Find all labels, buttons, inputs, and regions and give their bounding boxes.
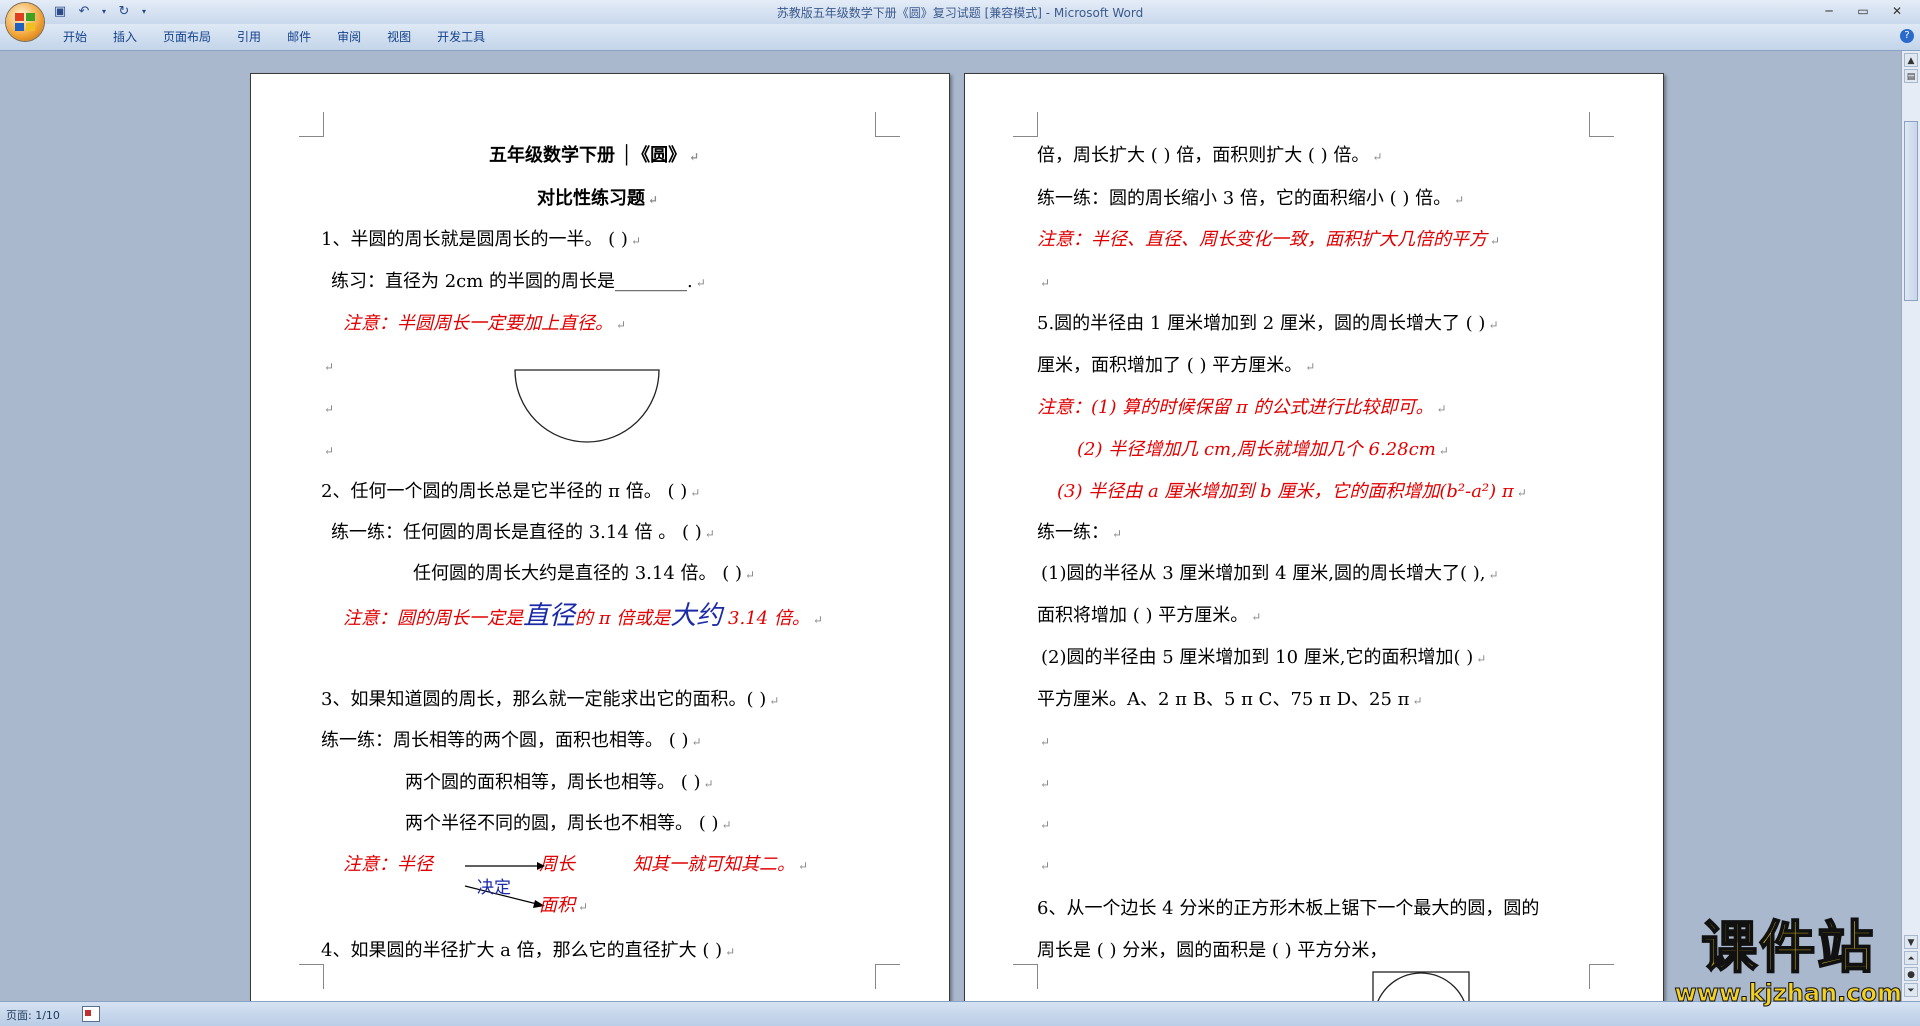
crop-mark [1589, 964, 1614, 989]
para-mark: ↵ [1040, 859, 1051, 873]
semicircle-figure [514, 369, 660, 443]
para-mark: ↵ [1040, 276, 1051, 290]
question-6-a: 6、从一个边长 4 分米的正方形木板上锯下一个最大的圆，圆的 [1037, 898, 1540, 919]
question-3: 3、如果知道圆的周长，那么就一定能求出它的面积。( ) ↵ [321, 689, 780, 710]
window-controls: ─ ▭ ✕ [1812, 2, 1914, 20]
tab-insert[interactable]: 插入 [100, 29, 150, 45]
watermark-name: 课件站 [1700, 916, 1876, 981]
question-4: 4、如果圆的半径扩大 a 倍，那么它的直径扩大 ( ) ↵ [321, 940, 736, 961]
previous-page-icon[interactable]: ⏶ [1904, 951, 1918, 965]
help-icon[interactable]: ? [1900, 29, 1914, 43]
office-logo-icon [15, 13, 35, 31]
watermark-url: www.kjzhan.com [1674, 979, 1902, 1008]
note-3-radius: 注意：半径 [343, 854, 433, 875]
next-page-icon[interactable]: ⏷ [1904, 983, 1918, 997]
para-mark: ↵ [324, 444, 335, 458]
crop-mark [875, 964, 900, 989]
crop-mark [1589, 112, 1614, 137]
crop-mark [299, 964, 324, 989]
page-indicator[interactable]: 页面: 1/10 [6, 1007, 60, 1023]
tab-home[interactable]: 开始 [50, 29, 100, 45]
note-5-3: (3) 半径由 a 厘米增加到 b 厘米，它的面积增加(b²-a²) π ↵ [1057, 481, 1527, 502]
scroll-down-icon[interactable]: ▼ [1904, 935, 1918, 949]
crop-mark [299, 112, 324, 137]
note-3-know-one: 知其一就可知其二。 ↵ [633, 854, 809, 875]
question-5-b: 厘米，面积增加了 ( ) 平方厘米。 ↵ [1037, 355, 1316, 376]
practice-5-1b: 面积将增加 ( ) 平方厘米。 ↵ [1037, 605, 1262, 626]
practice-5-1a: (1)圆的半径从 3 厘米增加到 4 厘米,圆的周长增大了( ), ↵ [1041, 563, 1499, 584]
scroll-up-icon[interactable]: ▲ [1904, 53, 1918, 67]
note-1: 注意：半圆周长一定要加上直径。 ↵ [343, 313, 627, 334]
note-3-decide: 决定 [477, 878, 511, 898]
document-workspace: 五年级数学下册 │《圆》 ↵ 对比性练习题 ↵ 1、半圆的周长就是圆周长的一半。 (… [0, 51, 1901, 1001]
question-3-practice-2: 两个圆的面积相等，周长也相等。 ( ) ↵ [405, 772, 714, 793]
para-mark: ↵ [1040, 777, 1051, 791]
note-2: 注意：圆的周长一定是直径的 π 倍或是大约 3.14 倍。 ↵ [343, 601, 823, 631]
note-5-2: (2) 半径增加几 cm,周长就增加几个 6.28cm ↵ [1077, 439, 1449, 460]
close-icon[interactable]: ✕ [1880, 2, 1914, 20]
site-watermark: 课件站 www.kjzhan.com [1674, 916, 1902, 1008]
title-bar: ▣ ↶ ▾ ↻ ▾ 苏教版五年级数学下册《圆》复习试题 [兼容模式] - Mic… [0, 0, 1920, 24]
square-circle-figure [1372, 971, 1470, 1001]
para-mark: ↵ [1040, 735, 1051, 749]
tab-view[interactable]: 视图 [374, 29, 424, 45]
crop-mark [1013, 964, 1038, 989]
tab-mailings[interactable]: 邮件 [274, 29, 324, 45]
ribbon: 开始 插入 页面布局 引用 邮件 审阅 视图 开发工具 ? [0, 24, 1920, 51]
scroll-thumb[interactable] [1904, 121, 1918, 301]
question-3-practice-3: 两个半径不同的圆，周长也不相等。 ( ) ↵ [405, 813, 732, 834]
proofing-icon[interactable] [82, 1006, 100, 1022]
practice-5-2b: 平方厘米。A、2 π B、5 π C、75 π D、25 π ↵ [1037, 689, 1423, 710]
question-6-b: 周长是 ( ) 分米，圆的面积是 ( ) 平方分米， [1037, 940, 1388, 961]
question-1-practice: 练习：直径为 2cm 的半圆的周长是________. ↵ [331, 271, 706, 292]
tab-page-layout[interactable]: 页面布局 [150, 29, 224, 45]
crop-mark [1013, 112, 1038, 137]
note-5-1: 注意：(1) 算的时候保留 π 的公式进行比较即可。 ↵ [1037, 397, 1447, 418]
select-browse-object-icon[interactable]: ● [1904, 967, 1918, 981]
window-title: 苏教版五年级数学下册《圆》复习试题 [兼容模式] - Microsoft Wor… [776, 6, 1144, 20]
para-mark: ↵ [324, 402, 335, 416]
vertical-scrollbar[interactable]: ▲ ▤ ▼ ⏶ ● ⏷ [1901, 51, 1920, 1001]
tab-references[interactable]: 引用 [224, 29, 274, 45]
question-4-cont: 倍，周长扩大 ( ) 倍，面积则扩大 ( ) 倍。 ↵ [1037, 145, 1383, 166]
question-2-practice-2: 任何圆的周长大约是直径的 3.14 倍。 ( ) ↵ [413, 563, 756, 584]
page-title: 五年级数学下册 │《圆》 ↵ [489, 145, 700, 166]
ruler-toggle-icon[interactable]: ▤ [1904, 69, 1918, 83]
practice-5-title: 练一练： ↵ [1037, 522, 1123, 543]
question-3-practice-1: 练一练：周长相等的两个圆，面积也相等。 ( ) ↵ [321, 730, 702, 751]
page-subtitle: 对比性练习题 ↵ [537, 188, 659, 209]
ribbon-tabs: 开始 插入 页面布局 引用 邮件 审阅 视图 开发工具 [50, 29, 498, 45]
document-page-2[interactable]: 倍，周长扩大 ( ) 倍，面积则扩大 ( ) 倍。 ↵ 练一练：圆的周长缩小 3 … [964, 73, 1664, 1001]
minimize-icon[interactable]: ─ [1812, 2, 1846, 20]
question-2-practice-1: 练一练：任何圆的周长是直径的 3.14 倍 。 ( ) ↵ [331, 522, 715, 543]
note-4: 注意：半径、直径、周长变化一致，面积扩大几倍的平方 ↵ [1037, 229, 1501, 250]
tab-developer[interactable]: 开发工具 [424, 29, 498, 45]
para-mark: ↵ [1040, 818, 1051, 832]
tab-review[interactable]: 审阅 [324, 29, 374, 45]
status-bar: 页面: 1/10 [0, 1001, 1920, 1026]
practice-5-2a: (2)圆的半径由 5 厘米增加到 10 厘米,它的面积增加( ) ↵ [1041, 647, 1487, 668]
document-page-1[interactable]: 五年级数学下册 │《圆》 ↵ 对比性练习题 ↵ 1、半圆的周长就是圆周长的一半。 (… [250, 73, 950, 1001]
question-2: 2、任何一个圆的周长总是它半径的 π 倍。 ( ) ↵ [321, 481, 701, 502]
question-1: 1、半圆的周长就是圆周长的一半。 ( ) ↵ [321, 229, 642, 250]
question-4-practice: 练一练：圆的周长缩小 3 倍，它的面积缩小 ( ) 倍。 ↵ [1037, 188, 1465, 209]
para-mark: ↵ [324, 360, 335, 374]
maximize-icon[interactable]: ▭ [1846, 2, 1880, 20]
question-5-a: 5.圆的半径由 1 厘米增加到 2 厘米，圆的周长增大了 ( ) ↵ [1037, 313, 1499, 334]
note-3-area: 面积 ↵ [539, 895, 589, 916]
crop-mark [875, 112, 900, 137]
office-button[interactable] [6, 3, 44, 41]
